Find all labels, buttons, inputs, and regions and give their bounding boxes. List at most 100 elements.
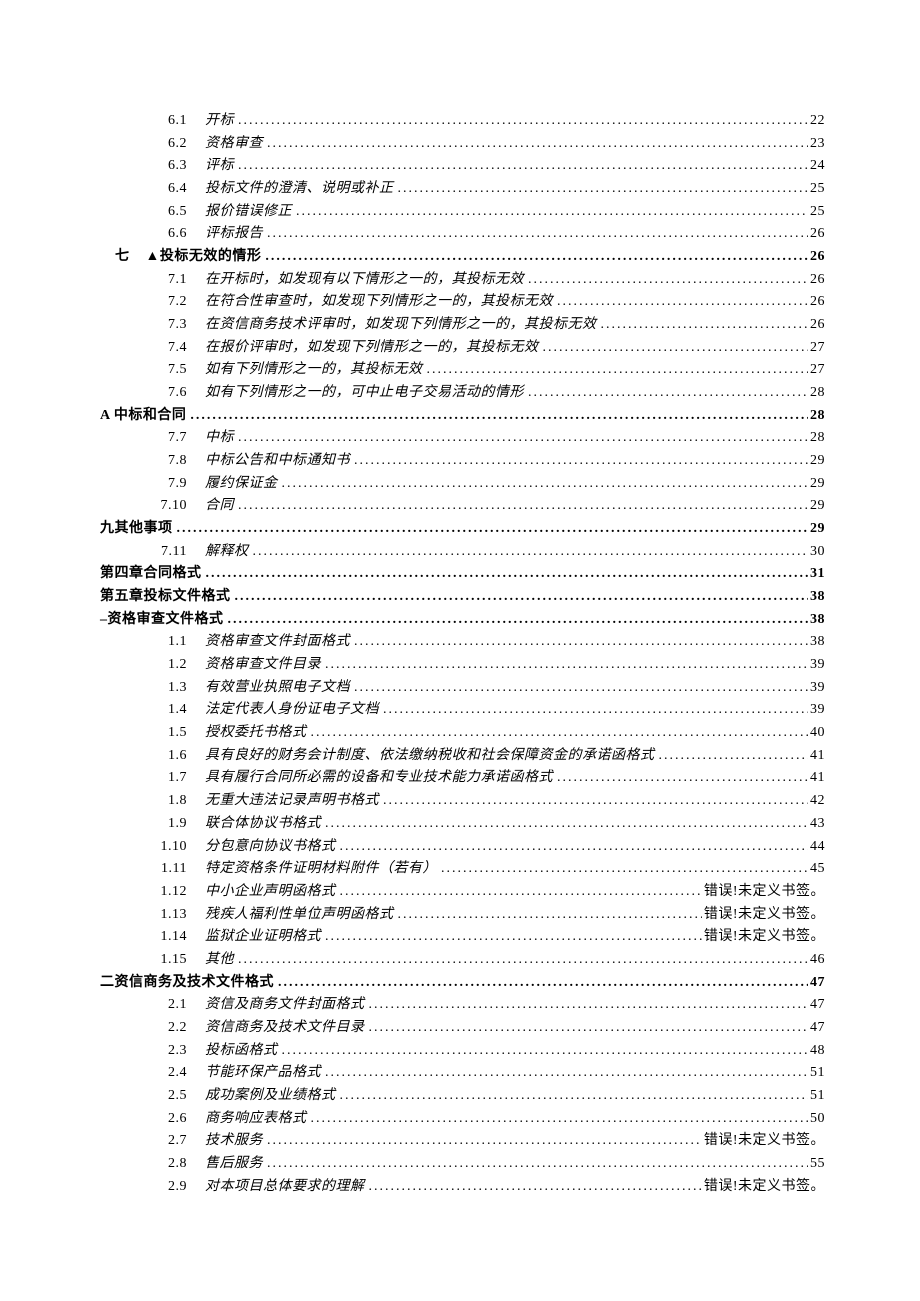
toc-entry: 1.5授权委托书格式40 [100, 722, 825, 745]
toc-chapter: 第四章合同格式 31 [100, 563, 825, 586]
toc-title: 中标 [205, 427, 234, 450]
toc-title: 法定代表人身份证电子文档 [205, 699, 379, 722]
toc-page-num: 39 [810, 699, 825, 722]
toc-dots [354, 450, 808, 473]
toc-num: 1.1 [135, 631, 205, 654]
toc-page-num: 47 [810, 994, 825, 1017]
toc-page-num: 31 [810, 563, 825, 586]
toc-page-num: 40 [810, 722, 825, 745]
toc-title: 授权委托书格式 [205, 722, 307, 745]
toc-entry: 6.4投标文件的澄清、说明或补正25 [100, 178, 825, 201]
toc-entry: 1.15其他46 [100, 949, 825, 972]
toc-dots [369, 1176, 702, 1199]
toc-title: 节能环保产品格式 [205, 1062, 321, 1085]
toc-dots [267, 133, 808, 156]
toc-entry: 2.4节能环保产品格式51 [100, 1062, 825, 1085]
toc-num: 7.4 [135, 337, 205, 360]
toc-entry: 1.9联合体协议书格式43 [100, 813, 825, 836]
toc-title: 分包意向协议书格式 [205, 836, 336, 859]
toc-page-num: 44 [810, 836, 825, 859]
toc-title: 第五章投标文件格式 [100, 586, 231, 609]
toc-dots [383, 790, 808, 813]
toc-page-num: 27 [810, 337, 825, 360]
toc-num: 1.2 [135, 654, 205, 677]
toc-title: 其他 [205, 949, 234, 972]
toc-entry: 6.5报价错误修正25 [100, 201, 825, 224]
toc-page-num: 30 [810, 541, 825, 564]
toc-entry: 2.9对本项目总体要求的理解错误!未定义书签。 [100, 1176, 825, 1199]
toc-dots [340, 881, 702, 904]
toc-page-num: 29 [810, 473, 825, 496]
toc-title: 残疾人福利性单位声明函格式 [205, 904, 394, 927]
toc-num: 2.6 [135, 1108, 205, 1131]
toc-page-num: 39 [810, 654, 825, 677]
toc-entry: 1.6具有良好的财务会计制度、依法缴纳税收和社会保障资金的承诺函格式41 [100, 745, 825, 768]
toc-title: 评标报告 [205, 223, 263, 246]
toc-title: 解释权 [205, 541, 249, 564]
toc-dots [238, 949, 808, 972]
toc-dots [325, 1062, 808, 1085]
toc-num: 7.3 [135, 314, 205, 337]
toc-page-num: 45 [810, 858, 825, 881]
toc-title: 技术服务 [205, 1130, 263, 1153]
toc-dots [267, 1130, 702, 1153]
toc-num: 7.2 [135, 291, 205, 314]
toc-num: 7.6 [135, 382, 205, 405]
toc-dots [238, 495, 808, 518]
toc-title: 投标函格式 [205, 1040, 278, 1063]
toc-entry: 7.3在资信商务技术评审时，如发现下列情形之一的，其投标无效26 [100, 314, 825, 337]
toc-section: 七 ▲投标无效的情形26 [100, 246, 825, 269]
toc-title: 在开标时，如发现有以下情形之一的，其投标无效 [205, 269, 524, 292]
toc-page-num: 25 [810, 178, 825, 201]
toc-num: 7.5 [135, 359, 205, 382]
toc-entry: 7.1在开标时，如发现有以下情形之一的，其投标无效26 [100, 269, 825, 292]
toc-entry: 1.11特定资格条件证明材料附件（若有）45 [100, 858, 825, 881]
toc-num: 6.5 [135, 201, 205, 224]
toc-dots [354, 677, 808, 700]
toc-page-num: 41 [810, 767, 825, 790]
toc-num: 2.1 [135, 994, 205, 1017]
toc-title: ▲投标无效的情形 [146, 246, 262, 269]
toc-page-num: 26 [810, 291, 825, 314]
toc-dots [340, 836, 809, 859]
toc-title: 合同 [205, 495, 234, 518]
toc-entry: 1.12中小企业声明函格式错误!未定义书签。 [100, 881, 825, 904]
toc-page-num: 23 [810, 133, 825, 156]
toc-num: 7.7 [135, 427, 205, 450]
toc-dots [383, 699, 808, 722]
toc-entry: 7.9履约保证金29 [100, 473, 825, 496]
toc-page-num: 38 [810, 609, 825, 632]
toc-dots [265, 246, 808, 269]
toc-entry: 2.2资信商务及技术文件目录47 [100, 1017, 825, 1040]
toc-num: 7.11 [135, 541, 205, 564]
toc-section: 九其他事项29 [100, 518, 825, 541]
toc-dots [206, 563, 809, 586]
toc-entry: 1.13残疾人福利性单位声明函格式错误!未定义书签。 [100, 904, 825, 927]
toc-dots [325, 654, 808, 677]
toc-entry: 2.6商务响应表格式50 [100, 1108, 825, 1131]
toc-dots [238, 110, 808, 133]
toc-entry: 6.3评标24 [100, 155, 825, 178]
toc-page-num: 43 [810, 813, 825, 836]
toc-section: 二资信商务及技术文件格式47 [100, 972, 825, 995]
toc-title: 第四章合同格式 [100, 563, 202, 586]
toc-page-num: 48 [810, 1040, 825, 1063]
toc-entry: 7.10合同29 [100, 495, 825, 518]
toc-entry: 6.6评标报告26 [100, 223, 825, 246]
toc-num: 7.8 [135, 450, 205, 473]
toc-page-num: 27 [810, 359, 825, 382]
toc-entry: 1.2资格审查文件目录39 [100, 654, 825, 677]
toc-dots [235, 586, 809, 609]
toc-page: 6.1开标22 6.2资格审查23 6.3评标24 6.4投标文件的澄清、说明或… [0, 0, 920, 1301]
toc-entry: 7.6如有下列情形之一的，可中止电子交易活动的情形28 [100, 382, 825, 405]
toc-dots [340, 1085, 809, 1108]
toc-num: 6.3 [135, 155, 205, 178]
toc-page-num: 29 [810, 518, 825, 541]
toc-page-num: 38 [810, 586, 825, 609]
toc-title: 资格审查 [205, 133, 263, 156]
toc-num: 6.1 [135, 110, 205, 133]
toc-dots [282, 1040, 809, 1063]
toc-title: 资格审查文件封面格式 [205, 631, 350, 654]
toc-num: 2.5 [135, 1085, 205, 1108]
toc-dots [398, 178, 809, 201]
